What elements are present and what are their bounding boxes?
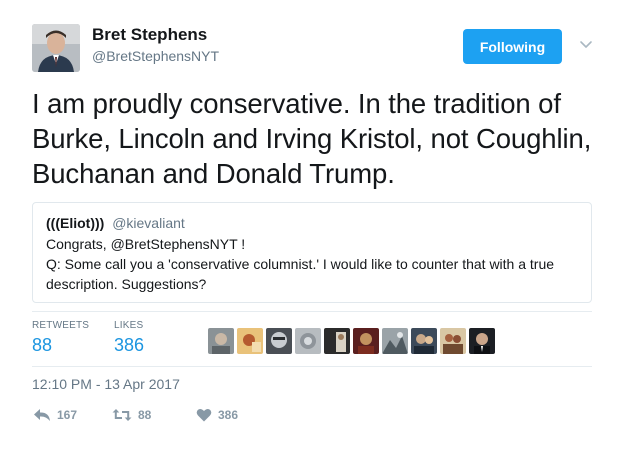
like-count: 386 [218, 408, 239, 422]
liker-avatar[interactable] [411, 328, 437, 354]
reply-icon [34, 409, 50, 421]
tweet-timestamp[interactable]: 12:10 PM - 13 Apr 2017 [32, 376, 180, 392]
tweet-text: I am proudly conservative. In the tradit… [32, 88, 592, 189]
quoted-tweet-header: (((Eliot))) @kievaliant [46, 214, 578, 232]
liker-avatar[interactable] [469, 328, 495, 354]
divider [32, 366, 592, 367]
retweets-stat[interactable]: RETWEETS 88 [32, 320, 89, 356]
quoted-author-handle: @kievaliant [112, 215, 185, 231]
author-photo [32, 24, 80, 72]
quoted-author-name: (((Eliot))) [46, 215, 105, 231]
likes-stat[interactable]: LIKES 386 [114, 320, 144, 356]
liker-avatar[interactable] [237, 328, 263, 354]
reply-count: 167 [57, 408, 78, 422]
likes-count: 386 [114, 335, 145, 355]
liker-avatars [208, 328, 495, 354]
retweet-button[interactable]: 88 [112, 408, 151, 422]
author-avatar[interactable] [32, 24, 80, 72]
like-button[interactable]: 386 [196, 408, 238, 422]
liker-avatar[interactable] [295, 328, 321, 354]
quoted-line-2: Q: Some call you a 'conservative columni… [46, 256, 555, 292]
retweet-icon [112, 409, 132, 421]
liker-avatar[interactable] [266, 328, 292, 354]
following-button[interactable]: Following [463, 29, 562, 64]
likes-label: LIKES [114, 320, 144, 331]
retweets-count: 88 [32, 335, 53, 355]
liker-avatar[interactable] [208, 328, 234, 354]
liker-avatar[interactable] [324, 328, 350, 354]
heart-icon [196, 408, 212, 422]
liker-avatar[interactable] [353, 328, 379, 354]
divider [32, 311, 592, 312]
retweets-label: RETWEETS [32, 320, 90, 331]
quoted-line-1: Congrats, @BretStephensNYT ! [46, 236, 246, 252]
author-name[interactable]: Bret Stephens [92, 25, 207, 45]
liker-avatar[interactable] [440, 328, 466, 354]
quoted-tweet[interactable]: (((Eliot))) @kievaliant Congrats, @BretS… [32, 202, 592, 303]
retweet-count: 88 [138, 408, 152, 422]
quoted-tweet-text: Congrats, @BretStephensNYT ! Q: Some cal… [46, 234, 578, 294]
author-handle[interactable]: @BretStephensNYT [92, 48, 219, 64]
chevron-down-icon[interactable] [578, 38, 594, 52]
liker-avatar[interactable] [382, 328, 408, 354]
reply-button[interactable]: 167 [33, 408, 77, 422]
